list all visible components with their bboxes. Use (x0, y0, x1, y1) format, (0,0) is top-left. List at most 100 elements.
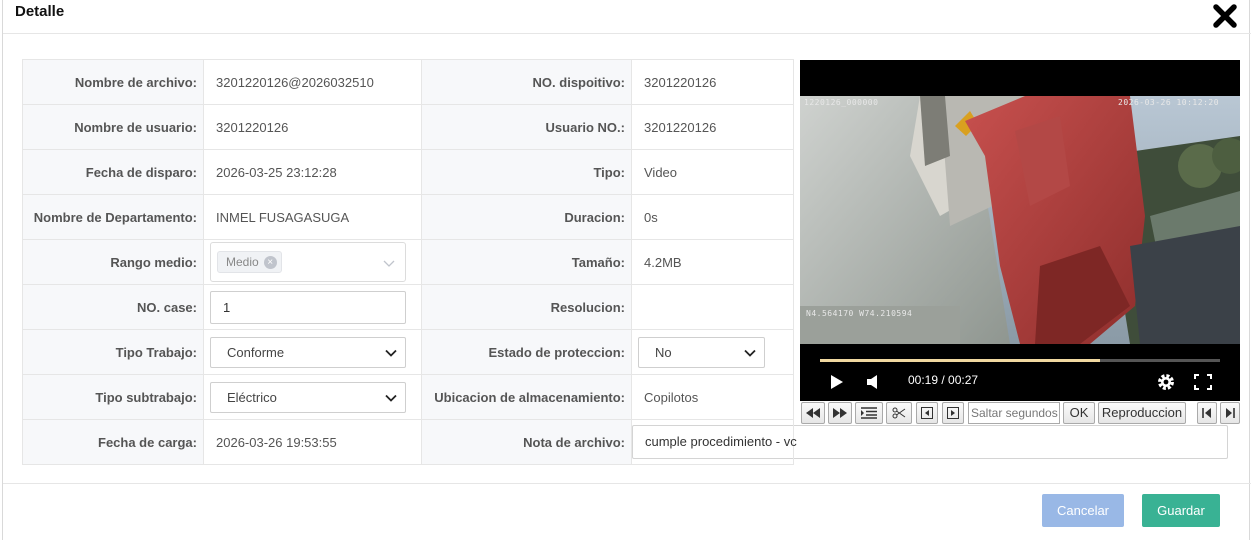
skip-end-button[interactable] (1220, 402, 1240, 424)
skip-start-icon (1202, 408, 1211, 418)
table-row: Nombre de usuario: 3201220126 Usuario NO… (22, 104, 794, 150)
department-value: INMEL FUSAGASUGA (203, 194, 422, 240)
video-progress-bar[interactable] (820, 359, 1220, 362)
media-range-tag: Medio × (217, 251, 282, 273)
trigger-date-value: 2026-03-25 23:12:28 (203, 149, 422, 195)
fast-forward-button[interactable] (828, 402, 852, 424)
rewind-button[interactable] (801, 402, 825, 424)
file-name-value: 3201220126@2026032510 (203, 59, 422, 105)
video-time-display: 00:19 / 00:27 (908, 373, 979, 387)
protection-state-cell: No (631, 329, 794, 375)
close-icon[interactable] (1211, 2, 1239, 30)
osd-device-id: 1220126_000000 (804, 98, 879, 107)
video-frame (800, 96, 1240, 344)
video-progress-fill (820, 359, 1100, 362)
type-value: Video (631, 149, 794, 195)
file-note-input[interactable]: cumple procedimiento - vc (632, 425, 1228, 459)
video-player[interactable]: 1220126_000000 2026-03-26 10:12:20 N4.56… (800, 60, 1240, 401)
field-label: Tamaño: (421, 239, 632, 285)
table-row: Nombre de Departamento: INMEL FUSAGASUGA… (22, 194, 794, 240)
field-label: Fecha de disparo: (22, 149, 204, 195)
field-label: Resolucion: (421, 284, 632, 330)
chevron-down-icon (385, 394, 397, 402)
clip-button[interactable] (886, 402, 912, 424)
modal-title: Detalle (15, 3, 65, 20)
modal-footer-divider (3, 483, 1251, 484)
next-frame-button[interactable] (942, 402, 964, 424)
list-icon (861, 407, 877, 419)
jump-seconds-input[interactable]: Saltar segundos (968, 402, 1060, 424)
field-label: Nombre de archivo: (22, 59, 204, 105)
cancel-button[interactable]: Cancelar (1042, 494, 1124, 527)
playback-button[interactable]: Reproduccion (1098, 402, 1186, 424)
table-row: NO. case: 1 Resolucion: (22, 284, 794, 330)
user-number-value: 3201220126 (631, 104, 794, 150)
table-row: Tipo Trabajo: Conforme Estado de protecc… (22, 329, 794, 375)
work-type-selected: Conforme (227, 344, 285, 360)
storage-location-value: Copilotos (631, 374, 794, 420)
chevron-down-icon (383, 260, 395, 267)
field-label: Nombre de Departamento: (22, 194, 204, 240)
chevron-down-icon (744, 349, 756, 357)
playlist-button[interactable] (855, 402, 883, 424)
tag-label: Medio (226, 255, 259, 269)
table-row: Fecha de carga: 2026-03-26 19:53:55 Nota… (22, 419, 1228, 465)
table-row: Nombre de archivo: 3201220126@2026032510… (22, 59, 794, 105)
rewind-icon (806, 408, 820, 418)
media-range-select[interactable]: Medio × (210, 242, 406, 282)
resolution-value (631, 284, 794, 330)
subwork-type-cell: Eléctrico (203, 374, 422, 420)
field-label: Tipo subtrabajo: (22, 374, 204, 420)
field-label: Ubicacion de almacenamiento: (421, 374, 632, 420)
field-label: Tipo: (421, 149, 632, 195)
modal-header: Detalle (3, 0, 1251, 34)
field-label: Nombre de usuario: (22, 104, 204, 150)
chevron-down-icon (385, 349, 397, 357)
field-label: Tipo Trabajo: (22, 329, 204, 375)
tag-remove-icon[interactable]: × (263, 255, 277, 269)
field-label: NO. dispoitivo: (421, 59, 632, 105)
field-label: Fecha de carga: (22, 419, 204, 465)
osd-gps: N4.564170 W74.210594 (806, 309, 913, 318)
case-number-cell: 1 (203, 284, 422, 330)
prev-frame-icon (921, 407, 933, 419)
scissors-icon (892, 407, 906, 419)
video-toolbar: Saltar segundos OK Reproduccion (800, 402, 1242, 426)
ok-button[interactable]: OK (1063, 402, 1095, 424)
file-note-cell: cumple procedimiento - vc (631, 419, 1228, 465)
field-label: NO. case: (22, 284, 204, 330)
fullscreen-icon[interactable] (1194, 374, 1212, 390)
next-frame-icon (947, 407, 959, 419)
upload-date-value: 2026-03-26 19:53:55 (203, 419, 422, 465)
prev-frame-button[interactable] (916, 402, 938, 424)
field-label: Usuario NO.: (421, 104, 632, 150)
size-value: 4.2MB (631, 239, 794, 285)
table-row: Rango medio: Medio × Tamaño: 4.2MB (22, 239, 794, 285)
play-icon[interactable] (830, 374, 844, 390)
field-label: Estado de proteccion: (421, 329, 632, 375)
protection-state-selected: No (655, 344, 672, 360)
work-type-select[interactable]: Conforme (210, 336, 406, 368)
work-type-cell: Conforme (203, 329, 422, 375)
table-row: Fecha de disparo: 2026-03-25 23:12:28 Ti… (22, 149, 794, 195)
skip-end-icon (1226, 408, 1235, 418)
save-button[interactable]: Guardar (1142, 494, 1220, 527)
media-range-cell: Medio × (203, 239, 422, 285)
case-number-input[interactable]: 1 (210, 290, 406, 324)
settings-gear-icon[interactable] (1156, 372, 1176, 392)
detail-table: Nombre de archivo: 3201220126@2026032510… (22, 59, 1228, 465)
table-row: Tipo subtrabajo: Eléctrico Ubicacion de … (22, 374, 794, 420)
field-label: Nota de archivo: (421, 419, 632, 465)
volume-icon[interactable] (866, 374, 880, 390)
osd-timestamp: 2026-03-26 10:12:20 (1118, 98, 1220, 107)
duration-value: 0s (631, 194, 794, 240)
field-label: Duracion: (421, 194, 632, 240)
fast-forward-icon (833, 408, 847, 418)
subwork-type-selected: Eléctrico (227, 389, 277, 405)
device-number-value: 3201220126 (631, 59, 794, 105)
field-label: Rango medio: (22, 239, 204, 285)
protection-state-select[interactable]: No (638, 336, 765, 368)
subwork-type-select[interactable]: Eléctrico (210, 381, 406, 413)
skip-start-button[interactable] (1197, 402, 1217, 424)
detail-modal: Detalle Nombre de archivo: 3201220126@20… (2, 0, 1251, 540)
